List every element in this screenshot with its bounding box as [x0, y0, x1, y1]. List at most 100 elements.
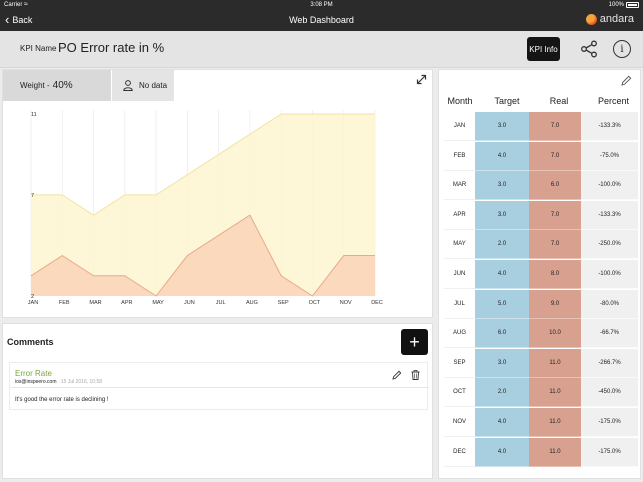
table-cell-month: JUL — [444, 290, 475, 319]
table-cell-month: AUG — [444, 319, 475, 349]
comment-divider — [10, 387, 429, 388]
table-cell-target: 4.0 — [475, 260, 529, 289]
table-cell-month: OCT — [444, 378, 475, 408]
kpi-header: KPI Name : PO Error rate in % KPI Info i — [0, 31, 643, 68]
page-title: Web Dashboard — [289, 15, 354, 25]
kpi-name: PO Error rate in % — [58, 40, 165, 55]
kpi-info-button[interactable]: KPI Info — [527, 37, 560, 61]
table-cell-percent: -66.7% — [581, 319, 638, 349]
comment-title: Error Rate — [15, 369, 52, 378]
table-cell-target: 3.0 — [475, 171, 529, 201]
table-cell-real: 9.0 — [529, 289, 581, 319]
table-cell-real: 7.0 — [529, 200, 581, 230]
table-cell-real: 6.0 — [529, 171, 581, 201]
info-icon[interactable]: i — [613, 40, 631, 58]
comment-author: ios@inspeero.com — [15, 379, 57, 385]
table-cell-month: SEP — [444, 349, 475, 378]
x-tick-label: MAR — [89, 300, 101, 306]
brand-logo: andara — [585, 13, 634, 25]
table-cell-target: 4.0 — [475, 437, 529, 467]
table-cell-target: 3.0 — [475, 200, 529, 230]
add-comment-button[interactable]: + — [401, 329, 428, 355]
delete-comment-icon[interactable] — [411, 370, 420, 380]
weight-label: Weight - — [20, 81, 50, 90]
table-cell-month: DEC — [444, 438, 475, 467]
table-cell-percent: -175.0% — [581, 408, 638, 437]
table-cell-percent: -133.3% — [581, 112, 638, 141]
table-row: FEB 4.0 7.0 -75.0% — [444, 141, 638, 171]
andara-logo-icon — [585, 13, 597, 25]
table-cell-month: JUN — [444, 260, 475, 289]
x-tick-label: NOV — [340, 300, 352, 306]
table-cell-month: NOV — [444, 408, 475, 437]
table-cell-real: 7.0 — [529, 112, 581, 141]
table-cell-percent: -266.7% — [581, 348, 638, 378]
logo-text: andara — [599, 13, 634, 25]
table-cell-target: 4.0 — [475, 141, 529, 171]
table-cell-real: 11.0 — [529, 408, 581, 437]
table-row: APR 3.0 7.0 -133.3% — [444, 200, 638, 230]
table-row: JAN 3.0 7.0 -133.3% — [444, 112, 638, 141]
x-tick-label: DEC — [371, 300, 383, 306]
table-cell-target: 4.0 — [475, 408, 529, 437]
table-row: JUN 4.0 8.0 -100.0% — [444, 260, 638, 289]
table-header-target: Target — [494, 96, 520, 106]
weight-value: 40% — [52, 80, 73, 91]
comment-date: 15 Jul 2016, 10:58 — [60, 379, 103, 385]
table-row: JUL 5.0 9.0 -80.0% — [444, 289, 638, 319]
table-row: SEP 3.0 11.0 -266.7% — [444, 348, 638, 378]
edit-table-icon[interactable] — [621, 75, 632, 86]
table-cell-month: APR — [444, 201, 475, 230]
x-tick-label: MAY — [152, 300, 164, 306]
table-cell-target: 3.0 — [475, 112, 529, 141]
expand-icon[interactable] — [416, 74, 427, 85]
x-tick-label: APR — [121, 300, 132, 306]
comment-item: Error Rate ios@inspeero.com 15 Jul 2016,… — [9, 362, 429, 410]
nav-bar: ‹ Back Web Dashboard andara — [0, 10, 643, 31]
battery-icon — [626, 2, 639, 8]
kpi-name-label: KPI Name : — [20, 44, 61, 53]
table-row: MAR 3.0 6.0 -100.0% — [444, 171, 638, 201]
battery-percent: 100% — [608, 2, 624, 8]
table-cell-real: 7.0 — [529, 141, 581, 171]
table-cell-real: 11.0 — [529, 378, 581, 408]
kpi-table-card: Month Target Real Percent JAN 3.0 7.0 -133.… — [438, 69, 641, 479]
y-tick-label: 11 — [31, 112, 37, 118]
table-cell-target: 3.0 — [475, 348, 529, 378]
kpi-area-chart: JAN FEB MAR APR MAY JUN JUL AUG SEP OCT NOV DEC 2 7 11 — [28, 110, 383, 306]
responsible-box: No data — [112, 70, 174, 101]
table-cell-percent: -75.0% — [581, 141, 638, 171]
x-tick-label: SEP — [278, 300, 289, 306]
edit-comment-icon[interactable] — [392, 370, 402, 380]
table-cell-percent: -250.0% — [581, 230, 638, 260]
chart-card: JAN FEB MAR APR MAY JUN JUL AUG SEP OCT NOV DEC 2 7 11… — [2, 69, 433, 318]
table-cell-month: FEB — [444, 142, 475, 171]
table-cell-percent: -80.0% — [581, 289, 638, 319]
table-cell-real: 7.0 — [529, 230, 581, 260]
table-header-month: Month — [447, 96, 473, 106]
y-tick-label: 7 — [31, 193, 34, 199]
table-cell-target: 5.0 — [475, 289, 529, 319]
comments-card: Comments + Error Rate ios@inspeero.com 1… — [2, 323, 433, 479]
share-icon[interactable] — [580, 40, 598, 58]
table-cell-real: 11.0 — [529, 437, 581, 467]
table-cell-percent: -450.0% — [581, 378, 638, 408]
x-tick-label: AUG — [246, 300, 258, 306]
x-tick-label: JAN — [28, 300, 38, 306]
table-row: NOV 4.0 11.0 -175.0% — [444, 408, 638, 437]
status-bar: Carrier ≈ 3:08 PM 100% — [0, 0, 643, 10]
table-row: OCT 2.0 11.0 -450.0% — [444, 378, 638, 408]
comment-meta: ios@inspeero.com 15 Jul 2016, 10:58 — [15, 379, 102, 385]
table-row: MAY 2.0 7.0 -250.0% — [444, 230, 638, 260]
table-cell-target: 2.0 — [475, 230, 529, 260]
x-tick-label: FEB — [59, 300, 70, 306]
table-cell-month: MAY — [444, 230, 475, 260]
table-header-percent: Percent — [597, 96, 630, 106]
x-tick-label: JUL — [216, 300, 226, 306]
table-cell-real: 11.0 — [529, 348, 581, 378]
person-icon — [123, 80, 133, 91]
responsible-value: No data — [139, 81, 168, 90]
y-tick-label: 2 — [31, 294, 34, 300]
table-cell-target: 2.0 — [475, 378, 529, 408]
table-cell-percent: -100.0% — [581, 171, 638, 201]
